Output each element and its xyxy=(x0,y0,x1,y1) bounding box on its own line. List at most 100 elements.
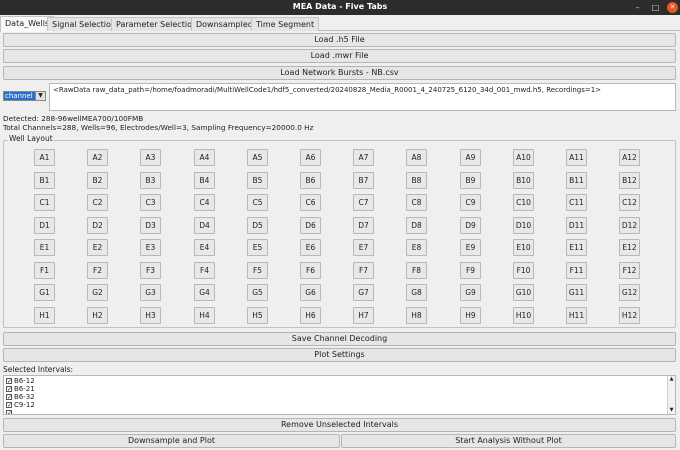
interval-list[interactable]: ✓ B6-12 ✓ B6-21 ✓ B6-32 ✓ C9-12 ✓ ▲ ▼ xyxy=(3,375,676,415)
well-button-H7[interactable]: H7 xyxy=(353,307,374,324)
well-button-C12[interactable]: C12 xyxy=(619,194,640,211)
well-button-E7[interactable]: E7 xyxy=(353,239,374,256)
checkbox[interactable]: ✓ xyxy=(6,394,12,401)
channel-select[interactable]: channel ▼ xyxy=(3,91,46,101)
tab-downsampled[interactable]: Downsampled xyxy=(191,17,258,31)
tab-parameter-selection[interactable]: Parameter Selection xyxy=(111,17,203,31)
load-h5-button[interactable]: Load .h5 File xyxy=(3,33,676,47)
well-button-H1[interactable]: H1 xyxy=(34,307,55,324)
well-button-B2[interactable]: B2 xyxy=(87,172,108,189)
vertical-scrollbar[interactable]: ▲ ▼ xyxy=(667,376,675,414)
well-button-B4[interactable]: B4 xyxy=(194,172,215,189)
well-button-G3[interactable]: G3 xyxy=(140,284,161,301)
well-button-C2[interactable]: C2 xyxy=(87,194,108,211)
list-item[interactable]: ✓ B6-32 xyxy=(6,393,35,401)
save-channel-decoding-button[interactable]: Save Channel Decoding xyxy=(3,332,676,346)
well-button-A6[interactable]: A6 xyxy=(300,149,321,166)
well-button-E8[interactable]: E8 xyxy=(406,239,427,256)
well-button-B12[interactable]: B12 xyxy=(619,172,640,189)
well-button-B5[interactable]: B5 xyxy=(247,172,268,189)
well-button-D9[interactable]: D9 xyxy=(460,217,481,234)
list-item[interactable]: ✓ B6-12 xyxy=(6,377,35,385)
well-button-F4[interactable]: F4 xyxy=(194,262,215,279)
well-button-E5[interactable]: E5 xyxy=(247,239,268,256)
well-button-D4[interactable]: D4 xyxy=(194,217,215,234)
well-button-D11[interactable]: D11 xyxy=(566,217,587,234)
well-button-B9[interactable]: B9 xyxy=(460,172,481,189)
well-button-H8[interactable]: H8 xyxy=(406,307,427,324)
well-button-B6[interactable]: B6 xyxy=(300,172,321,189)
well-button-G11[interactable]: G11 xyxy=(566,284,587,301)
list-item[interactable]: ✓ B6-21 xyxy=(6,385,35,393)
well-button-D7[interactable]: D7 xyxy=(353,217,374,234)
well-button-A5[interactable]: A5 xyxy=(247,149,268,166)
well-button-C6[interactable]: C6 xyxy=(300,194,321,211)
minimize-icon[interactable]: – xyxy=(632,2,643,13)
well-button-F11[interactable]: F11 xyxy=(566,262,587,279)
well-button-F10[interactable]: F10 xyxy=(513,262,534,279)
well-button-E12[interactable]: E12 xyxy=(619,239,640,256)
well-button-E1[interactable]: E1 xyxy=(34,239,55,256)
well-button-A1[interactable]: A1 xyxy=(34,149,55,166)
well-button-B1[interactable]: B1 xyxy=(34,172,55,189)
well-button-G2[interactable]: G2 xyxy=(87,284,108,301)
well-button-F9[interactable]: F9 xyxy=(460,262,481,279)
well-button-G8[interactable]: G8 xyxy=(406,284,427,301)
start-analysis-without-plot-button[interactable]: Start Analysis Without Plot xyxy=(341,434,676,448)
well-button-G7[interactable]: G7 xyxy=(353,284,374,301)
list-item-partial[interactable]: ✓ xyxy=(6,409,14,414)
arrow-up-icon[interactable]: ▲ xyxy=(668,376,675,383)
well-button-E9[interactable]: E9 xyxy=(460,239,481,256)
well-button-D1[interactable]: D1 xyxy=(34,217,55,234)
well-button-C7[interactable]: C7 xyxy=(353,194,374,211)
well-button-G5[interactable]: G5 xyxy=(247,284,268,301)
tab-signal-selection[interactable]: Signal Selection xyxy=(47,17,121,31)
well-button-E4[interactable]: E4 xyxy=(194,239,215,256)
well-button-H10[interactable]: H10 xyxy=(513,307,534,324)
well-button-F5[interactable]: F5 xyxy=(247,262,268,279)
raw-data-textbox[interactable]: <RawData raw_data_path=/home/foadmoradi/… xyxy=(49,83,676,111)
well-button-D5[interactable]: D5 xyxy=(247,217,268,234)
tab-data-wells[interactable]: Data_Wells xyxy=(0,16,55,32)
well-button-F7[interactable]: F7 xyxy=(353,262,374,279)
well-button-A9[interactable]: A9 xyxy=(460,149,481,166)
well-button-G10[interactable]: G10 xyxy=(513,284,534,301)
checkbox[interactable]: ✓ xyxy=(6,410,12,414)
arrow-down-icon[interactable]: ▼ xyxy=(668,407,675,414)
well-button-A12[interactable]: A12 xyxy=(619,149,640,166)
close-icon[interactable]: ✕ xyxy=(667,2,678,13)
well-button-E6[interactable]: E6 xyxy=(300,239,321,256)
well-button-H6[interactable]: H6 xyxy=(300,307,321,324)
well-button-H5[interactable]: H5 xyxy=(247,307,268,324)
downsample-and-plot-button[interactable]: Downsample and Plot xyxy=(3,434,340,448)
checkbox[interactable]: ✓ xyxy=(6,378,12,385)
well-button-D12[interactable]: D12 xyxy=(619,217,640,234)
list-item[interactable]: ✓ C9-12 xyxy=(6,401,35,409)
well-button-F3[interactable]: F3 xyxy=(140,262,161,279)
well-button-C8[interactable]: C8 xyxy=(406,194,427,211)
well-button-A11[interactable]: A11 xyxy=(566,149,587,166)
well-button-H9[interactable]: H9 xyxy=(460,307,481,324)
well-button-F2[interactable]: F2 xyxy=(87,262,108,279)
well-button-H11[interactable]: H11 xyxy=(566,307,587,324)
well-button-F1[interactable]: F1 xyxy=(34,262,55,279)
remove-unselected-intervals-button[interactable]: Remove Unselected Intervals xyxy=(3,418,676,432)
well-button-G1[interactable]: G1 xyxy=(34,284,55,301)
well-button-G4[interactable]: G4 xyxy=(194,284,215,301)
well-button-F6[interactable]: F6 xyxy=(300,262,321,279)
chevron-down-icon[interactable]: ▼ xyxy=(35,92,45,100)
well-button-C11[interactable]: C11 xyxy=(566,194,587,211)
well-button-B3[interactable]: B3 xyxy=(140,172,161,189)
load-network-bursts-button[interactable]: Load Network Bursts - NB.csv xyxy=(3,66,676,80)
well-button-E11[interactable]: E11 xyxy=(566,239,587,256)
well-button-B11[interactable]: B11 xyxy=(566,172,587,189)
well-button-C4[interactable]: C4 xyxy=(194,194,215,211)
plot-settings-button[interactable]: Plot Settings xyxy=(3,348,676,362)
checkbox[interactable]: ✓ xyxy=(6,402,12,409)
well-button-A4[interactable]: A4 xyxy=(194,149,215,166)
well-button-F12[interactable]: F12 xyxy=(619,262,640,279)
well-button-C3[interactable]: C3 xyxy=(140,194,161,211)
tab-time-segment[interactable]: Time Segment xyxy=(251,17,320,31)
well-button-H2[interactable]: H2 xyxy=(87,307,108,324)
well-button-H4[interactable]: H4 xyxy=(194,307,215,324)
